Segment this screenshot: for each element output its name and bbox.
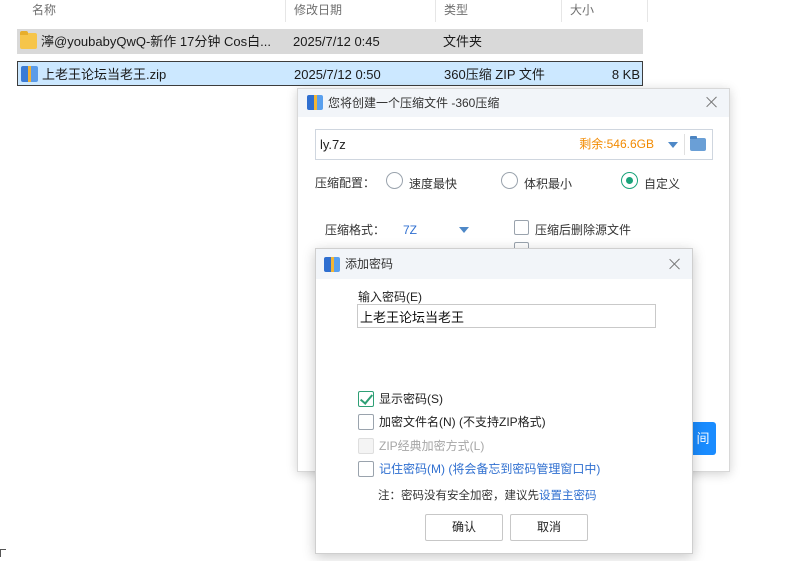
encrypt-filenames-checkbox[interactable] (358, 413, 374, 430)
password-label: 输入密码(E) (358, 290, 422, 304)
radio-fastest[interactable] (386, 172, 403, 189)
set-master-password-link[interactable]: 设置主密码 (539, 490, 597, 502)
close-icon[interactable] (706, 96, 718, 108)
zip-classic-option: ZIP经典加密方式(L) (358, 437, 484, 454)
show-password-label[interactable]: 显示密码(S) (379, 392, 443, 406)
file-name: 濘@youbabyQwQ-新作 17分钟 Cos白... (41, 34, 271, 49)
delete-source-checkbox[interactable] (514, 220, 529, 235)
start-compress-button[interactable]: 间 (690, 422, 716, 455)
security-note: 注：密码没有安全加密，建议先设置主密码 (378, 487, 597, 503)
compress-dialog-titlebar[interactable]: 您将创建一个压缩文件 -360压缩 (298, 89, 729, 117)
security-note-text: 注：密码没有安全加密，建议先 (378, 490, 539, 502)
remember-password-checkbox[interactable] (358, 460, 374, 477)
corner-mark (0, 549, 6, 557)
zip-classic-checkbox (358, 437, 374, 454)
column-header-name[interactable]: 名称 (24, 0, 286, 22)
confirm-button[interactable]: 确认 (425, 514, 503, 541)
column-header-date[interactable]: 修改日期 (286, 0, 436, 22)
compress-dialog-title: 您将创建一个压缩文件 -360压缩 (328, 96, 500, 110)
file-name: 上老王论坛当老王.zip (42, 67, 167, 82)
password-dialog: 添加密码 输入密码(E) 显示密码(S) 加密文件名(N) (不支持ZIP格式)… (315, 248, 693, 554)
password-dialog-titlebar[interactable]: 添加密码 (316, 249, 692, 279)
browse-folder-icon[interactable] (690, 136, 706, 151)
radio-custom[interactable] (621, 172, 638, 189)
delete-source-label[interactable]: 压缩后删除源文件 (535, 221, 631, 238)
file-date: 2025/7/12 0:45 (293, 34, 380, 49)
folder-icon (20, 31, 37, 49)
divider (684, 134, 685, 155)
column-header-type[interactable]: 类型 (436, 0, 562, 22)
chevron-down-icon[interactable] (459, 227, 469, 233)
close-icon[interactable] (669, 258, 681, 270)
format-select[interactable]: 7Z (403, 223, 417, 237)
password-dialog-title: 添加密码 (345, 257, 394, 271)
file-type: 360压缩 ZIP 文件 (444, 67, 545, 82)
file-size: 8 KB (611, 67, 640, 82)
radio-fastest-label[interactable]: 速度最快 (409, 175, 457, 192)
radio-smallest-label[interactable]: 体积最小 (524, 175, 572, 192)
zip-classic-label: ZIP经典加密方式(L) (379, 439, 485, 453)
radio-smallest[interactable] (501, 172, 518, 189)
app-360-icon (324, 257, 340, 272)
file-row-folder[interactable]: 濘@youbabyQwQ-新作 17分钟 Cos白... 2025/7/12 0… (17, 29, 643, 54)
file-date: 2025/7/12 0:50 (294, 67, 381, 82)
app-360-icon (307, 95, 323, 110)
column-header-size[interactable]: 大小 (562, 0, 648, 22)
cancel-button[interactable]: 取消 (510, 514, 588, 541)
file-type: 文件夹 (443, 34, 483, 49)
radio-custom-label[interactable]: 自定义 (644, 175, 680, 192)
encrypt-filenames-label[interactable]: 加密文件名(N) (不支持ZIP格式) (379, 415, 546, 429)
format-label: 压缩格式： (325, 223, 386, 237)
output-path-input[interactable]: ly.7z 剩余:546.6GB (315, 129, 713, 160)
file-row-zip[interactable]: 上老王论坛当老王.zip 2025/7/12 0:50 360压缩 ZIP 文件… (17, 61, 643, 86)
show-password-option[interactable]: 显示密码(S) (358, 390, 443, 407)
column-headers: 名称 修改日期 类型 大小 (0, 0, 660, 24)
show-password-checkbox[interactable] (358, 390, 374, 407)
remember-password-option[interactable]: 记住密码(M) (将会备忘到密码管理窗口中) (358, 460, 600, 477)
config-label: 压缩配置： (315, 176, 376, 190)
zip-file-icon (21, 66, 38, 82)
encrypt-filenames-option[interactable]: 加密文件名(N) (不支持ZIP格式) (358, 413, 546, 430)
chevron-down-icon[interactable] (668, 142, 678, 148)
output-path-value: ly.7z (320, 137, 346, 152)
free-space-text: 剩余:546.6GB (579, 137, 654, 151)
remember-password-label[interactable]: 记住密码(M) (将会备忘到密码管理窗口中) (379, 462, 600, 476)
password-input[interactable] (357, 304, 656, 328)
